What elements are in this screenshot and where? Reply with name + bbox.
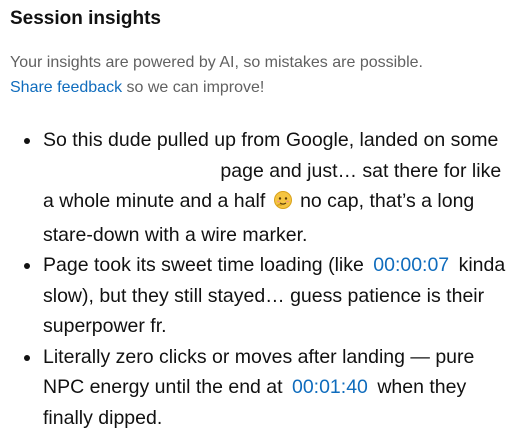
insight-text: Page took its sweet time loading (like [43,254,364,276]
bullet-icon [24,354,30,361]
list-item: Page took its sweet time loading (like 0… [10,250,515,342]
list-item: Literally zero clicks or moves after lan… [10,342,515,434]
disclaimer-suffix: so we can improve! [126,79,265,96]
face-emoji-icon [273,189,293,220]
ai-disclaimer: Your insights are powered by AI, so mist… [10,50,515,100]
redacted-page-name [43,157,215,180]
timestamp-link[interactable]: 00:00:07 [373,250,449,281]
session-insights-panel: Session insights Your insights are power… [0,0,529,447]
timestamp-link[interactable]: 00:01:40 [292,372,368,403]
share-feedback-link[interactable]: Share feedback [10,79,122,96]
list-item: So this dude pulled up from Google, land… [10,125,515,250]
insights-list: So this dude pulled up from Google, land… [10,125,515,433]
bullet-icon [24,138,30,144]
insight-text: So this dude pulled up from Google, land… [43,129,499,151]
bullet-icon [24,263,30,269]
disclaimer-text: Your insights are powered by AI, so mist… [10,54,423,71]
panel-title: Session insights [10,8,161,29]
